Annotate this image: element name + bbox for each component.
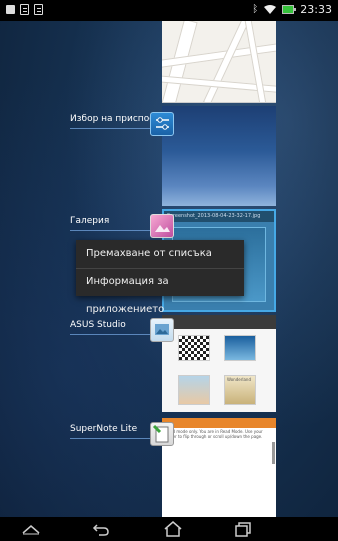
recent-app-context-menu: Премахване от списъка Информация за прил… [76,240,244,315]
bluetooth-icon: ᛒ [252,4,259,15]
supernote-icon [150,422,174,446]
home-icon[interactable] [162,520,184,538]
supernote-read-mode-text: Read mode only. You are in Read Mode. Us… [165,429,263,439]
studio-tile-caption: Wonderland [227,377,251,382]
recent-app-divider [70,438,150,439]
recent-app-thumbnail-supernote[interactable]: Read mode only. You are in Read Mode. Us… [162,418,276,517]
menu-item-remove-from-list[interactable]: Премахване от списъка [76,240,244,268]
back-icon[interactable] [90,520,112,538]
studio-tile [224,335,256,361]
menu-item-app-info[interactable]: Информация за приложението [76,268,244,315]
gallery-icon [150,214,174,238]
wifi-icon [264,4,277,15]
edit-document-icon [34,4,43,15]
supernote-toolbar [162,418,276,428]
recent-app-label: SuperNote Lite [70,424,138,434]
gallery-thumb-title: Screenshot_2013-08-04-23-32-17.jpg [164,211,274,222]
recent-app-thumbnail-settings[interactable] [162,106,276,206]
status-bar: ᛒ 23:33 [0,0,338,21]
collapse-icon[interactable] [20,520,42,538]
studio-tile [178,375,210,405]
map-road [202,21,250,102]
recent-app-thumbnail-asus-studio[interactable]: Wonderland [162,315,276,412]
notification-icons [6,4,43,15]
battery-icon [282,5,297,14]
system-icons: ᛒ 23:33 [252,3,332,16]
clock: 23:33 [300,3,332,16]
supernote-scrollbar [272,442,275,464]
studio-tile [178,335,210,361]
document-icon [20,4,29,15]
navigation-bar [0,517,338,541]
studio-toolbar [162,315,276,329]
recent-app-label: Галерия [70,216,110,226]
studio-tile: Wonderland [224,375,256,405]
recent-app-divider [70,334,150,335]
recent-app-divider [70,128,150,129]
recent-apps-icon[interactable] [232,520,254,538]
settings-sliders-icon [150,112,174,136]
recent-app-divider [70,230,150,231]
recent-app-thumbnail-maps[interactable] [162,21,276,103]
gallery-icon [6,5,15,14]
